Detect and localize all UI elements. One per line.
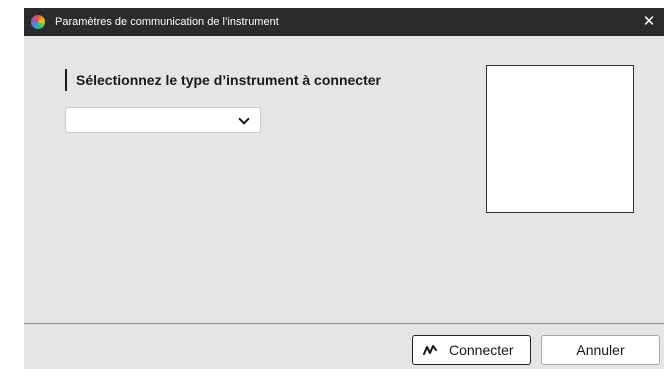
heading-text: Sélectionnez le type d’instrument à conn… [76, 72, 381, 88]
color-wheel-icon [31, 15, 45, 29]
close-button[interactable]: ✕ [634, 8, 664, 36]
title-bar: Paramètres de communication de l’instrum… [24, 8, 664, 36]
section-heading: Sélectionnez le type d’instrument à conn… [65, 69, 381, 91]
instrument-settings-dialog: Paramètres de communication de l’instrum… [24, 8, 664, 369]
cancel-button[interactable]: Annuler [541, 335, 660, 365]
connect-button-label: Connecter [449, 342, 514, 358]
footer-divider [24, 323, 664, 324]
instrument-type-select[interactable] [65, 107, 261, 133]
chevron-down-icon [238, 113, 250, 125]
connection-signal-icon [423, 345, 437, 355]
instrument-preview-image [486, 65, 634, 213]
connect-button[interactable]: Connecter [412, 335, 531, 365]
window-title: Paramètres de communication de l’instrum… [55, 16, 279, 28]
